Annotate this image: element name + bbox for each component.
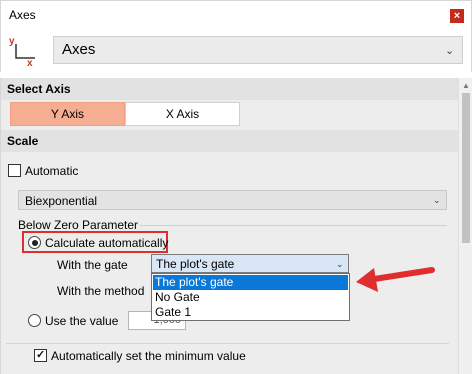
use-value-label: Use the value [45,314,119,328]
with-method-label: With the method [57,284,145,298]
chevron-down-icon: ⌄ [336,259,344,269]
section-scale-title: Scale [7,134,39,148]
annotation-arrow-icon [356,267,435,292]
transform-select[interactable]: Biexponential ⌄ [18,190,447,210]
gate-option-no-gate[interactable]: No Gate [153,290,348,305]
scrollbar-thumb[interactable] [462,93,470,243]
use-value-radio[interactable] [28,314,41,327]
axes-icon-x: x [27,58,33,66]
chevron-down-icon: ⌄ [433,195,441,205]
gate-select[interactable]: The plot's gate ⌄ [151,254,349,273]
scroll-up-icon[interactable]: ▲ [462,81,470,90]
calculate-automatically-label: Calculate automatically [45,236,169,250]
automatic-label: Automatic [25,164,79,178]
section-scale: Scale [1,130,459,152]
auto-min-checkbox[interactable] [34,348,47,362]
section-select-axis: Select Axis [1,78,459,100]
section-divider [6,343,449,344]
transform-select-value: Biexponential [25,194,98,208]
gate-dropdown-list[interactable]: The plot's gate No Gate Gate 1 [151,273,350,321]
auto-min-label: Automatically set the minimum value [51,349,246,363]
panel-select[interactable]: Axes ⌄ [53,36,463,64]
panel-header: y x Axes ⌄ [0,28,472,72]
vertical-scrollbar[interactable]: ▲ [458,78,472,374]
axes-icon: y x [9,36,35,66]
gate-option-plots-gate[interactable]: The plot's gate [153,275,348,290]
window-title: Axes [9,8,36,22]
chevron-down-icon: ⌄ [445,45,455,57]
close-icon[interactable]: × [450,9,464,23]
group-divider [140,225,447,226]
axes-icon-y: y [9,36,15,47]
title-bar: Axes × [0,0,472,28]
x-axis-button[interactable]: X Axis [125,102,240,126]
with-gate-label: With the gate [57,258,128,272]
below-zero-group-label: Below Zero Parameter [18,218,139,232]
gate-option-gate-1[interactable]: Gate 1 [153,305,348,320]
y-axis-button[interactable]: Y Axis [10,102,125,126]
gate-select-value: The plot's gate [156,257,235,271]
calculate-automatically-radio[interactable] [28,236,41,249]
automatic-checkbox[interactable] [8,164,21,177]
section-select-axis-title: Select Axis [7,82,71,96]
panel-select-value: Axes [62,41,96,58]
